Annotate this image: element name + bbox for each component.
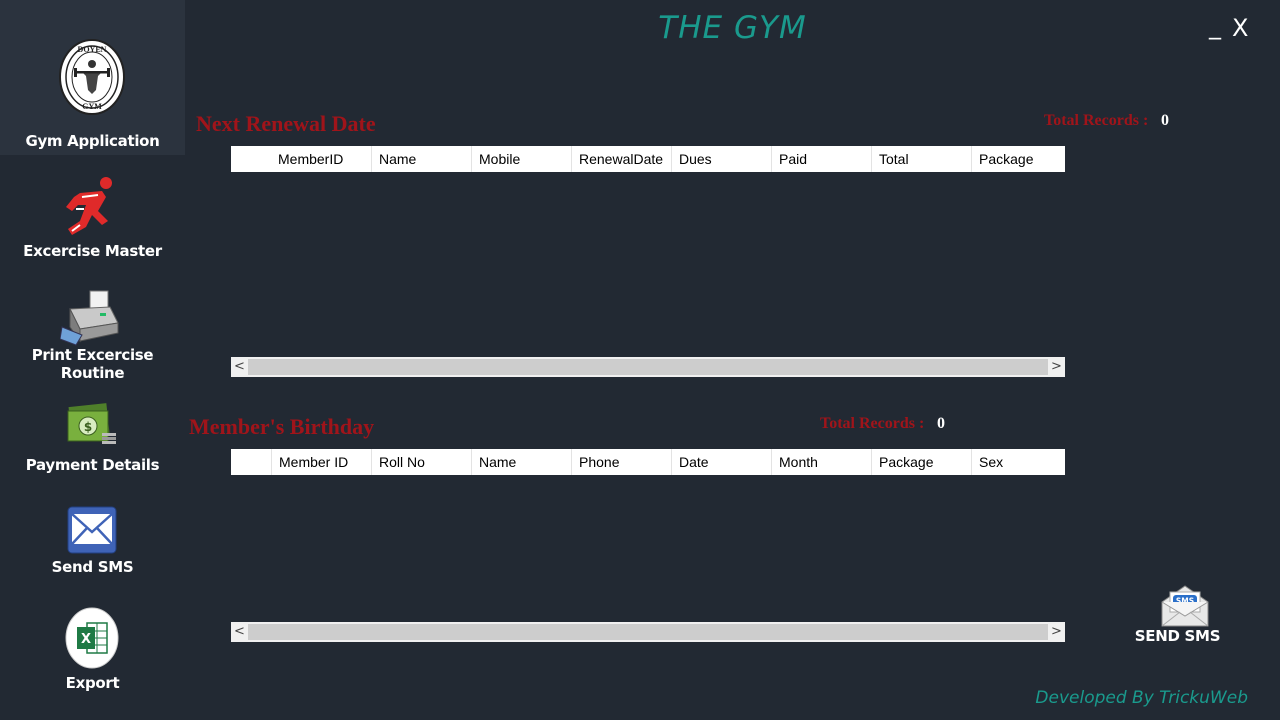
logo-text-top: DOYEN <box>78 45 107 54</box>
money-icon: $ <box>67 403 116 444</box>
column-header-roll-no[interactable]: Roll No <box>371 449 471 475</box>
svg-text:$: $ <box>84 420 92 434</box>
printer-icon <box>60 290 119 346</box>
birthday-horizontal-scrollbar[interactable]: < > <box>231 622 1065 642</box>
sidebar-item-label: Send SMS <box>51 558 134 576</box>
app-title: THE GYM <box>658 10 807 46</box>
scroll-left-arrow[interactable]: < <box>231 622 248 642</box>
minimize-button[interactable]: _ <box>1209 12 1221 40</box>
column-header-mobile[interactable]: Mobile <box>471 146 571 172</box>
column-header-date[interactable]: Date <box>671 449 771 475</box>
excel-icon: X <box>65 607 119 669</box>
column-header-paid[interactable]: Paid <box>771 146 871 172</box>
developer-credit: Developed By TrickuWeb <box>1035 688 1248 708</box>
scrollbar-thumb[interactable] <box>248 359 1048 375</box>
sidebar-item-label: Payment Details <box>25 456 160 474</box>
running-man-icon <box>66 177 112 235</box>
sidebar: DOYEN GYM Gym Application Excercise Mast… <box>0 0 185 720</box>
row-header-column[interactable] <box>231 449 271 475</box>
renewal-horizontal-scrollbar[interactable]: < > <box>231 357 1065 377</box>
scrollbar-thumb[interactable] <box>248 624 1048 640</box>
column-header-package[interactable]: Package <box>971 146 1065 172</box>
close-button[interactable]: X <box>1232 14 1248 42</box>
column-header-renewaldate[interactable]: RenewalDate <box>571 146 671 172</box>
sidebar-item-label: Excercise Master <box>23 242 162 260</box>
birthday-total-records-label: Total Records : <box>820 415 925 432</box>
svg-text:X: X <box>81 632 91 647</box>
scroll-right-arrow[interactable]: > <box>1048 357 1065 377</box>
row-header-column[interactable] <box>231 146 271 172</box>
renewal-total-records-value: 0 <box>1161 112 1169 129</box>
renewal-section-title: Next Renewal Date <box>196 111 376 136</box>
logo-text-bottom: GYM <box>82 102 102 111</box>
sidebar-item-print-excercise-routine[interactable]: Print Excercise Routine <box>0 285 185 382</box>
column-header-month[interactable]: Month <box>771 449 871 475</box>
sidebar-item-export[interactable]: X Export <box>0 605 185 700</box>
column-header-member-id[interactable]: Member ID <box>271 449 371 475</box>
column-header-memberid[interactable]: MemberID <box>271 146 371 172</box>
sidebar-item-gym-application[interactable]: DOYEN GYM Gym Application <box>0 0 185 155</box>
gym-logo-icon: DOYEN GYM <box>59 39 125 115</box>
scroll-right-arrow[interactable]: > <box>1048 622 1065 642</box>
sidebar-item-label: Print Excercise Routine <box>31 346 154 382</box>
column-header-name[interactable]: Name <box>371 146 471 172</box>
sidebar-item-excercise-master[interactable]: Excercise Master <box>0 165 185 265</box>
birthday-grid-header: Member ID Roll No Name Phone Date Month … <box>231 449 1065 475</box>
sidebar-item-payment-details[interactable]: $ Payment Details <box>0 395 185 480</box>
renewal-grid-header: MemberID Name Mobile RenewalDate Dues Pa… <box>231 146 1065 172</box>
sidebar-item-label: Export <box>65 674 120 692</box>
column-header-name[interactable]: Name <box>471 449 571 475</box>
sidebar-item-label: Gym Application <box>25 132 160 150</box>
sms-envelope-icon: SMS <box>1161 585 1209 627</box>
renewal-total-records-label: Total Records : <box>1044 112 1149 129</box>
birthday-section-title: Member's Birthday <box>189 414 375 439</box>
column-header-sex[interactable]: Sex <box>971 449 1065 475</box>
column-header-total[interactable]: Total <box>871 146 971 172</box>
column-header-phone[interactable]: Phone <box>571 449 671 475</box>
send-sms-label: SEND SMS <box>1134 627 1221 645</box>
sidebar-item-send-sms[interactable]: Send SMS <box>0 500 185 585</box>
column-header-dues[interactable]: Dues <box>671 146 771 172</box>
envelope-icon <box>67 506 117 554</box>
birthday-total-records-value: 0 <box>937 415 945 432</box>
scroll-left-arrow[interactable]: < <box>231 357 248 377</box>
column-header-package[interactable]: Package <box>871 449 971 475</box>
